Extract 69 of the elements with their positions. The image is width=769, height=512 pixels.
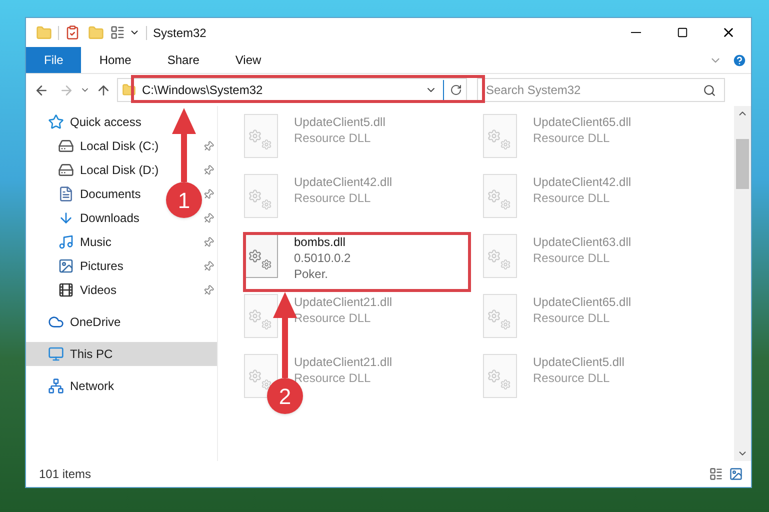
dll-file-icon — [483, 114, 517, 158]
search-input[interactable]: Search System32 — [486, 81, 703, 99]
ribbon-tab[interactable]: Home — [81, 47, 150, 73]
ribbon-tab[interactable]: File — [26, 47, 82, 73]
file-name[interactable]: bombs.dll — [294, 234, 351, 250]
nav-item[interactable]: Quick access — [26, 110, 217, 134]
properties-icon[interactable] — [65, 25, 80, 40]
arrow-icon — [273, 292, 297, 378]
nav-item[interactable]: Local Disk (D:) — [80, 161, 159, 179]
arrow-icon — [172, 108, 196, 182]
scrollbar[interactable] — [734, 106, 751, 461]
dll-file-icon — [244, 114, 278, 158]
file-detail: Resource DLL — [533, 250, 611, 266]
onedrive-icon — [48, 314, 64, 330]
address-path: C:\Windows\System32 — [142, 82, 263, 99]
up-icon[interactable] — [96, 82, 111, 98]
nav-label: This PC — [70, 346, 113, 363]
item-count: 101 items — [39, 466, 92, 483]
nav-item[interactable]: Local Disk (C:) — [80, 137, 159, 155]
ribbon-tab[interactable]: Share — [149, 47, 218, 73]
nav-label: Quick access — [70, 114, 142, 131]
refresh-icon[interactable] — [450, 84, 462, 96]
file-detail: Resource DLL — [533, 130, 611, 146]
documents-icon — [58, 186, 74, 202]
thumbnail-view-icon[interactable] — [729, 467, 743, 481]
file-detail: Poker. — [294, 266, 330, 282]
nav-item[interactable]: Network — [26, 374, 217, 398]
nav-item[interactable]: Downloads — [80, 209, 140, 227]
file-detail: Resource DLL — [533, 370, 611, 386]
scroll-thumb[interactable] — [736, 138, 749, 188]
nav-item[interactable]: Music — [80, 233, 112, 251]
dll-file-icon — [244, 354, 278, 398]
minimize-icon — [631, 32, 641, 33]
maximize-icon — [676, 27, 688, 38]
pc-icon — [48, 346, 64, 362]
dll-file-icon — [483, 174, 517, 218]
dll-file-icon — [483, 354, 517, 398]
dll-file-icon — [483, 294, 517, 338]
window-title: System32 — [153, 24, 206, 42]
nav-item[interactable]: Videos — [80, 281, 116, 299]
nav-label: OneDrive — [70, 314, 121, 331]
music-icon — [58, 234, 74, 250]
network-icon — [48, 378, 64, 394]
search-field[interactable]: Search System32 — [477, 78, 725, 102]
back-icon[interactable] — [34, 82, 49, 98]
file-detail: Resource DLL — [533, 310, 611, 326]
nav-label: Network — [70, 378, 114, 395]
file-detail: Resource DLL — [294, 310, 372, 326]
details-view-icon[interactable] — [709, 467, 723, 481]
view-icon[interactable] — [110, 25, 125, 40]
dll-file-icon — [244, 294, 278, 338]
file-detail: Resource DLL — [294, 130, 372, 146]
dll-file-icon — [244, 174, 278, 218]
nav-item[interactable]: This PC — [26, 342, 217, 366]
dll-file-icon — [483, 234, 517, 278]
file-detail: Resource DLL — [533, 190, 611, 206]
ribbon-tab[interactable]: View — [217, 47, 280, 73]
file-detail: 0.5010.0.2 — [294, 250, 351, 266]
dll-file-icon — [244, 234, 278, 278]
videos-icon — [58, 282, 74, 298]
nav-item[interactable]: Documents — [80, 185, 141, 203]
pictures-icon — [58, 258, 74, 274]
address-field[interactable]: C:\Windows\System32 — [117, 78, 467, 102]
help-icon[interactable] — [732, 52, 747, 68]
nav-item[interactable]: Pictures — [80, 257, 124, 275]
downloads-icon — [58, 210, 74, 226]
nav-item[interactable]: OneDrive — [26, 310, 217, 334]
file-detail: Resource DLL — [294, 190, 372, 206]
search-icon — [703, 84, 716, 96]
